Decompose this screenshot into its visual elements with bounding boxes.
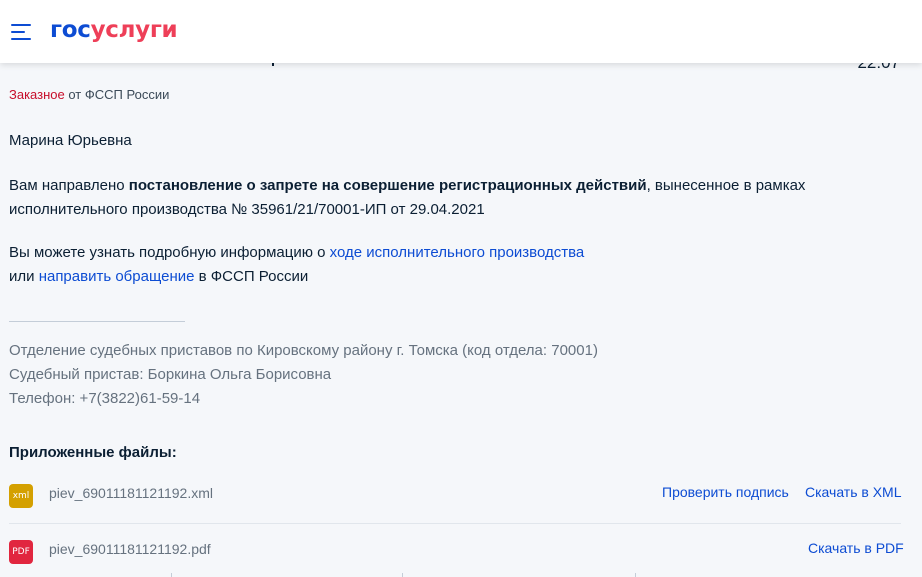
signature-bailiff: Судебный пристав: Боркина Ольга Борисовн… [9,366,332,383]
signature-department: Отделение судебных приставов по Кировско… [9,342,598,359]
message-paragraph-1: Вам направлено постановление о запрете н… [9,177,806,218]
attachment-name: piev_69011181121192.pdf [49,541,211,557]
attachments-title: Приложенные файлы: [9,444,177,461]
attachment-name: piev_69011181121192.xml [49,485,213,501]
bottom-edge [0,573,922,577]
top-header: госуслуги [0,0,922,63]
greeting: Марина Юрьевна [9,132,132,149]
signature-phone: Телефон: +7(3822)61-59-14 [9,390,201,407]
pdf-file-icon: PDF [9,540,33,564]
message-sender: от ФССП России [64,87,170,102]
send-appeal-link[interactable]: направить обращение [39,268,195,285]
burger-menu-icon[interactable] [11,24,33,40]
attachment-row: PDF piev_69011181121192.pdf Скачать в PD… [9,530,904,570]
message-kind: Заказное [9,87,65,102]
xml-file-icon: xml [9,484,33,508]
document-type: постановление о запрете на совершение ре… [128,177,647,194]
enforcement-progress-link[interactable]: ходе исполнительного производства [330,244,585,261]
message-meta: Заказное от ФССП России [9,87,169,102]
download-xml-button[interactable]: Скачать в XML [805,483,902,501]
download-pdf-button[interactable]: Скачать в PDF [808,539,904,557]
verify-signature-button[interactable]: Проверить подпись [662,483,789,501]
attachment-separator [9,523,901,524]
message-paragraph-2: Вы можете узнать подробную информацию о … [9,244,585,285]
signature-divider [9,321,185,322]
attachment-row: xml piev_69011181121192.xml Проверить по… [9,474,902,514]
gosuslugi-logo[interactable]: госуслуги [50,16,178,44]
